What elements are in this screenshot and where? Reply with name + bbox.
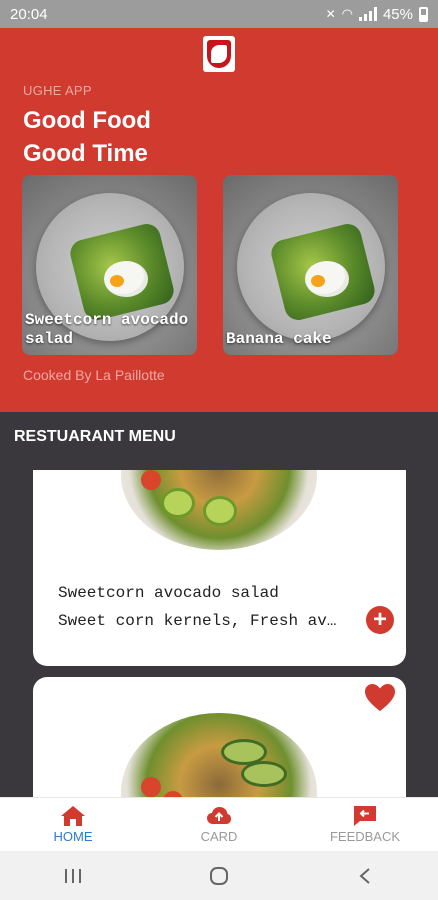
menu-item-name: Sweetcorn avocado salad	[58, 584, 279, 602]
nav-feedback[interactable]: FEEDBACK	[292, 798, 438, 851]
back-button[interactable]	[345, 861, 385, 891]
featured-title: Banana cake	[226, 330, 332, 348]
featured-card[interactable]: Sweetcorn avocado salad	[22, 175, 197, 355]
cooked-by-label: Cooked By La Paillotte	[23, 367, 165, 383]
plus-icon: +	[372, 606, 387, 633]
battery-icon	[419, 6, 428, 22]
page-title: Good Food Good Time	[23, 104, 151, 170]
egg-image	[305, 261, 349, 297]
nav-card[interactable]: CARD	[146, 798, 292, 851]
tomato-image	[141, 777, 161, 797]
nav-card-label: CARD	[200, 829, 238, 844]
hero-section: UGHE APP Good Food Good Time Sweetcorn a…	[0, 28, 438, 412]
plate-image	[237, 193, 385, 341]
menu-item-card[interactable]: Sweetcorn avocado salad Sweet corn kerne…	[33, 470, 406, 666]
recent-apps-button[interactable]	[53, 861, 93, 891]
lime-image	[161, 488, 195, 518]
featured-title: Sweetcorn avocado salad	[25, 311, 189, 348]
bottom-nav: HOME CARD FEEDBACK	[0, 797, 438, 851]
feedback-icon	[354, 806, 376, 826]
cloud-upload-icon	[207, 807, 231, 824]
headline-line-2: Good Time	[23, 140, 148, 167]
headline-line-1: Good Food	[23, 107, 151, 134]
egg-image	[104, 261, 148, 297]
status-time: 20:04	[10, 5, 48, 23]
salad-bowl-image	[121, 470, 317, 550]
home-button[interactable]	[199, 861, 239, 891]
nav-home-label: HOME	[53, 829, 93, 844]
status-bar: 20:04 ✕ ◠ 45%	[0, 0, 438, 28]
lime-image	[203, 496, 237, 526]
nav-home[interactable]: HOME	[0, 798, 146, 851]
back-chevron-icon	[359, 867, 370, 884]
home-circle-icon	[210, 866, 228, 885]
tomato-image	[141, 470, 161, 490]
add-to-cart-button[interactable]: +	[366, 606, 394, 634]
food-image	[223, 175, 398, 355]
home-icon	[61, 806, 85, 826]
favorite-heart-icon[interactable]	[364, 683, 396, 713]
featured-card[interactable]: Banana cake	[223, 175, 398, 355]
signal-icon	[358, 7, 377, 21]
nav-feedback-label: FEEDBACK	[329, 829, 401, 844]
status-icons: ✕ ◠ 45%	[326, 6, 428, 23]
app-logo	[203, 36, 235, 72]
shield-icon	[207, 40, 231, 68]
wifi-icon: ◠	[341, 6, 353, 21]
mute-icon: ✕	[325, 7, 336, 21]
battery-level: 45%	[382, 5, 413, 23]
menu-item-description: Sweet corn kernels, Fresh avocado, tomat…	[58, 612, 343, 630]
app-label: UGHE APP	[23, 83, 92, 98]
recent-apps-icon	[65, 868, 81, 883]
avocado-image	[241, 761, 287, 787]
system-nav-bar	[0, 851, 438, 900]
menu-title: RESTUARANT MENU	[14, 428, 176, 445]
